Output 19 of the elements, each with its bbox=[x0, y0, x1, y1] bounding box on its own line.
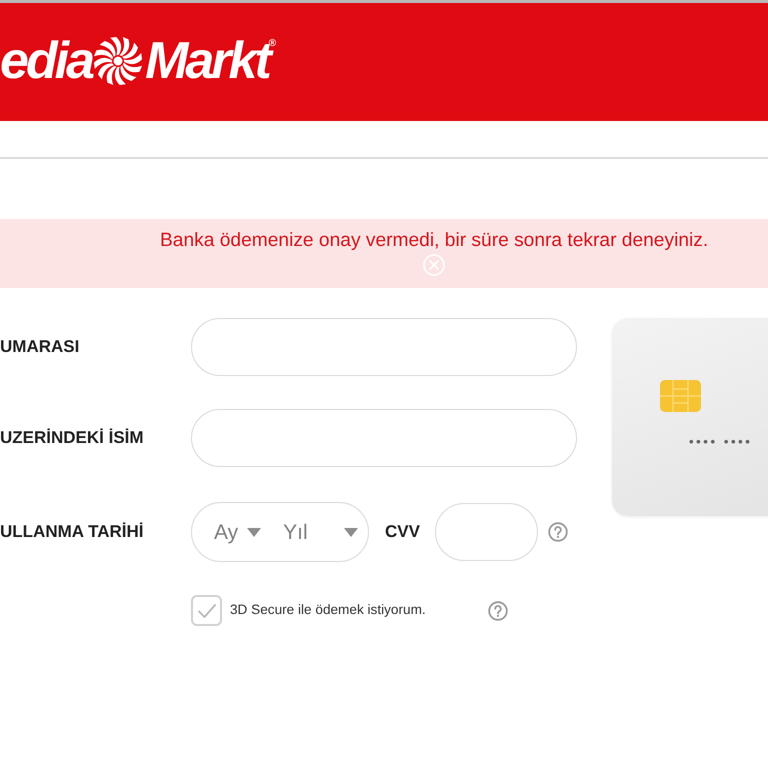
error-message: Banka ödemenize onay vermedi, bir süre sonra tekrar deneyiniz. bbox=[160, 229, 708, 253]
caret-icon bbox=[344, 528, 358, 536]
chip-icon bbox=[660, 380, 701, 412]
cvv-label: CVV bbox=[385, 521, 420, 544]
help-icon[interactable] bbox=[548, 522, 568, 542]
checkmark-icon bbox=[198, 604, 216, 618]
year-select[interactable]: Yıl bbox=[283, 522, 358, 542]
close-icon[interactable] bbox=[423, 254, 446, 276]
checkbox-label: 3D Secure ile ödemek istiyorum. bbox=[230, 601, 426, 620]
field-label: UZERİNDEKİ İSİM bbox=[0, 427, 145, 450]
caret-icon bbox=[247, 528, 262, 536]
card-number-mask: •••• •••• bbox=[689, 434, 754, 450]
help-icon[interactable] bbox=[488, 600, 508, 620]
checkbox[interactable] bbox=[191, 595, 222, 626]
logo-link[interactable]: edia Markt® bbox=[0, 35, 276, 87]
swirl-icon bbox=[93, 36, 144, 86]
field-label: ULLANMA TARİHİ bbox=[0, 521, 145, 544]
month-select[interactable]: Ay bbox=[214, 522, 262, 542]
field-label: UMARASI bbox=[0, 336, 80, 358]
